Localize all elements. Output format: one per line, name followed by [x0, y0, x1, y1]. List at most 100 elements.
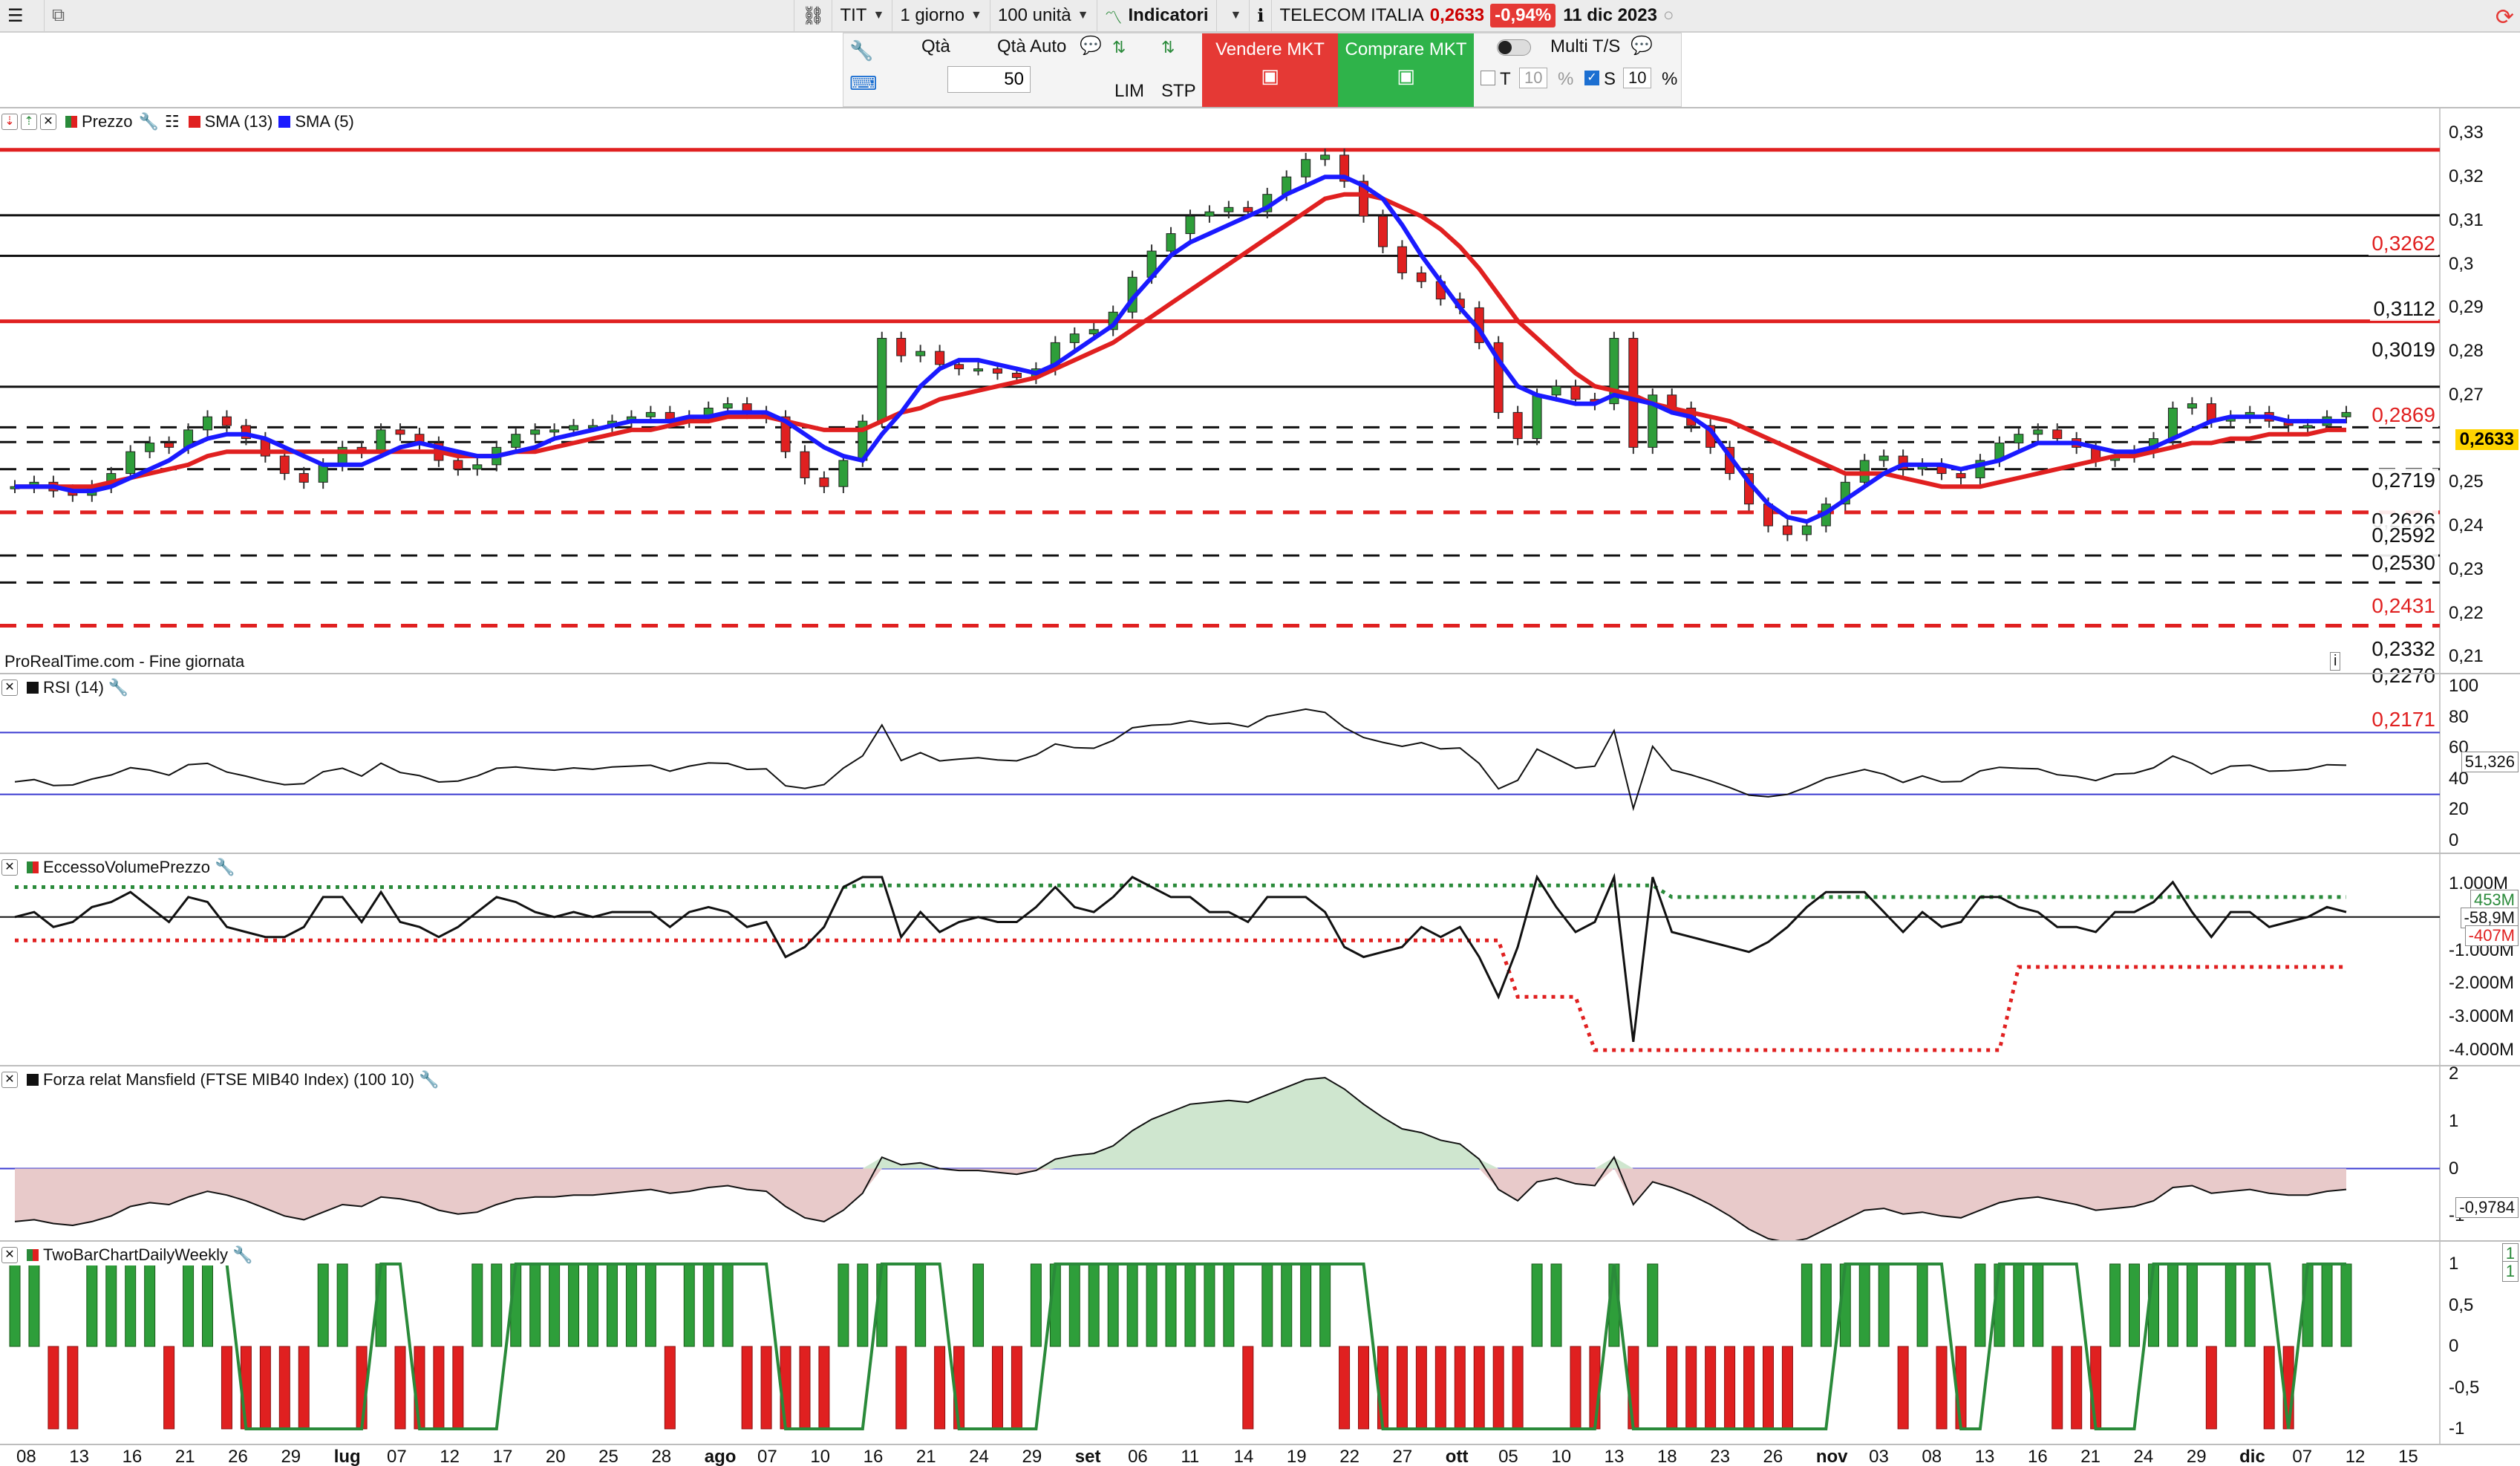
twobar-bar [934, 1346, 946, 1430]
price-axis: 0,33 0,32 0,31 0,3 0,29 0,28 0,27 0,25 0,24 0,23 0… [2440, 108, 2520, 673]
mansfield-chart[interactable] [0, 1066, 2443, 1240]
buy-market-button[interactable]: Comprare MKT ▣ [1338, 33, 1474, 108]
info-icon[interactable]: ℹ [1250, 0, 1273, 32]
t-label: T [1500, 69, 1511, 89]
price-tick: 0,3 [2449, 253, 2474, 274]
expand-icon[interactable]: ⇡ [21, 114, 37, 130]
info-icon[interactable]: i [2330, 652, 2341, 671]
qty-input[interactable] [947, 66, 1031, 93]
date-tick: 03 [1869, 1447, 1889, 1466]
multi-ts-toggle[interactable] [1497, 39, 1531, 56]
date-tick: 15 [2398, 1447, 2418, 1466]
twobar-chart[interactable] [0, 1242, 2443, 1444]
twobar-bar [1339, 1346, 1351, 1430]
candle-body [992, 368, 1002, 374]
price-tick: 0,21 [2449, 646, 2484, 667]
twobar-bar [664, 1346, 676, 1430]
close-icon[interactable]: ✕ [1, 680, 18, 696]
twobar-bar [2167, 1263, 2178, 1347]
date-tick: 20 [545, 1447, 566, 1466]
sma5-legend-label[interactable]: SMA (5) [295, 112, 353, 131]
twobar-bar [394, 1346, 406, 1430]
stop-order-icon[interactable]: ⇅ [1161, 38, 1175, 57]
level-label: 0,2719 [2369, 468, 2438, 492]
candle-body [511, 434, 521, 448]
help-bubble-icon[interactable]: 💬 [1631, 35, 1653, 56]
date-tick: 29 [2186, 1447, 2207, 1466]
wrench-icon[interactable]: 🔧 [419, 1070, 439, 1089]
twobar-bar [1724, 1346, 1736, 1430]
window-menu-icon[interactable]: ☰ [0, 0, 45, 32]
evp-chart[interactable] [0, 854, 2443, 1065]
period-select[interactable]: 1 giorno ▼ [892, 0, 990, 32]
help-bubble-icon[interactable]: 💬 [1080, 35, 1102, 56]
quote-date: 11 dic 2023 [1563, 5, 1657, 25]
twobar-bar [1126, 1263, 1138, 1347]
indicators-button[interactable]: 〽 Indicatori [1097, 0, 1217, 32]
symbol-select[interactable]: TIT ▼ [832, 0, 893, 32]
date-tick: 08 [16, 1447, 36, 1466]
twobar-bar [1030, 1263, 1042, 1347]
twobar-bar [1300, 1263, 1312, 1347]
close-icon[interactable]: ✕ [1, 1072, 18, 1088]
rsi-tick: 100 [2449, 676, 2479, 696]
wrench-icon[interactable]: 🔧 [138, 112, 158, 131]
candle-body [954, 364, 964, 370]
twobar-bar [606, 1263, 618, 1347]
wrench-icon[interactable]: 🔧 [232, 1245, 252, 1265]
rsi-panel: ✕ RSI (14) 🔧 100 80 60 40 20 0 51,326 [0, 673, 2520, 853]
date-tick: 13 [69, 1447, 89, 1466]
candle-body [1570, 385, 1581, 400]
detach-icon[interactable]: ⧉ [45, 0, 794, 32]
close-icon[interactable]: ✕ [1, 1247, 18, 1263]
lim-label[interactable]: LIM [1114, 81, 1144, 102]
sma13-legend-label[interactable]: SMA (13) [205, 112, 273, 131]
date-tick: 23 [1710, 1447, 1730, 1466]
last-price-tag: 0,2633 [2455, 429, 2519, 450]
close-icon[interactable]: ✕ [40, 114, 56, 130]
twobar-title[interactable]: TwoBarChartDailyWeekly [43, 1245, 228, 1265]
keyboard-icon[interactable]: ⌨ [849, 72, 878, 95]
twobar-bar [1281, 1263, 1293, 1347]
twobar-bar [2263, 1346, 2275, 1430]
wrench-icon[interactable]: 🔧 [849, 39, 873, 62]
mansfield-title[interactable]: Forza relat Mansfield (FTSE MIB40 Index)… [43, 1070, 414, 1089]
sell-market-button[interactable]: Vendere MKT ▣ [1202, 33, 1338, 108]
refresh-icon[interactable]: ⟳ [2495, 4, 2514, 30]
s-value-input[interactable]: 10 [1623, 68, 1652, 88]
date-tick: 06 [1128, 1447, 1148, 1466]
price-legend-label[interactable]: Prezzo [82, 112, 132, 131]
wrench-icon[interactable]: 🔧 [108, 678, 128, 697]
twobar-bar [568, 1263, 580, 1347]
date-tick: dic [2239, 1447, 2265, 1466]
qty-label: Qtà [921, 36, 950, 56]
date-tick: 13 [1604, 1447, 1625, 1466]
twobar-bar [86, 1263, 98, 1347]
rsi-title[interactable]: RSI (14) [43, 678, 104, 697]
indicators-dropdown[interactable]: ▼ [1217, 0, 1250, 32]
list-icon[interactable]: ☷ [165, 112, 180, 131]
twobar-bar [1261, 1263, 1273, 1347]
s-checkbox[interactable]: ✓ [1584, 71, 1599, 85]
twobar-bar [625, 1263, 637, 1347]
date-tick: 28 [651, 1447, 672, 1466]
close-icon[interactable]: ✕ [1, 859, 18, 876]
qty-auto-label[interactable]: Qtà Auto [997, 36, 1066, 57]
link-icon[interactable]: ⛓ [794, 0, 833, 32]
stp-label[interactable]: STP [1161, 81, 1196, 102]
wrench-icon[interactable]: 🔧 [215, 858, 235, 877]
date-tick: set [1074, 1447, 1101, 1466]
limit-order-icon[interactable]: ⇅ [1112, 38, 1126, 57]
collapse-icon[interactable]: ⇣ [1, 114, 18, 130]
twobar-bar [1512, 1346, 1524, 1430]
units-select[interactable]: 100 unità ▼ [990, 0, 1097, 32]
date-tick: 24 [969, 1447, 989, 1466]
t-checkbox[interactable] [1481, 71, 1495, 85]
price-chart[interactable] [0, 108, 2443, 673]
mansfield-tick: 0 [2449, 1158, 2459, 1179]
evp-title[interactable]: EccessoVolumePrezzo [43, 858, 210, 877]
date-axis: 08 13 16 21 26 29 lug 07 12 17 20 25 28 ago 07 10 16 21 24… [0, 1444, 2520, 1466]
rsi-chart[interactable] [0, 674, 2443, 853]
twobar-bar [491, 1263, 503, 1347]
t-value-input[interactable]: 10 [1519, 68, 1548, 88]
